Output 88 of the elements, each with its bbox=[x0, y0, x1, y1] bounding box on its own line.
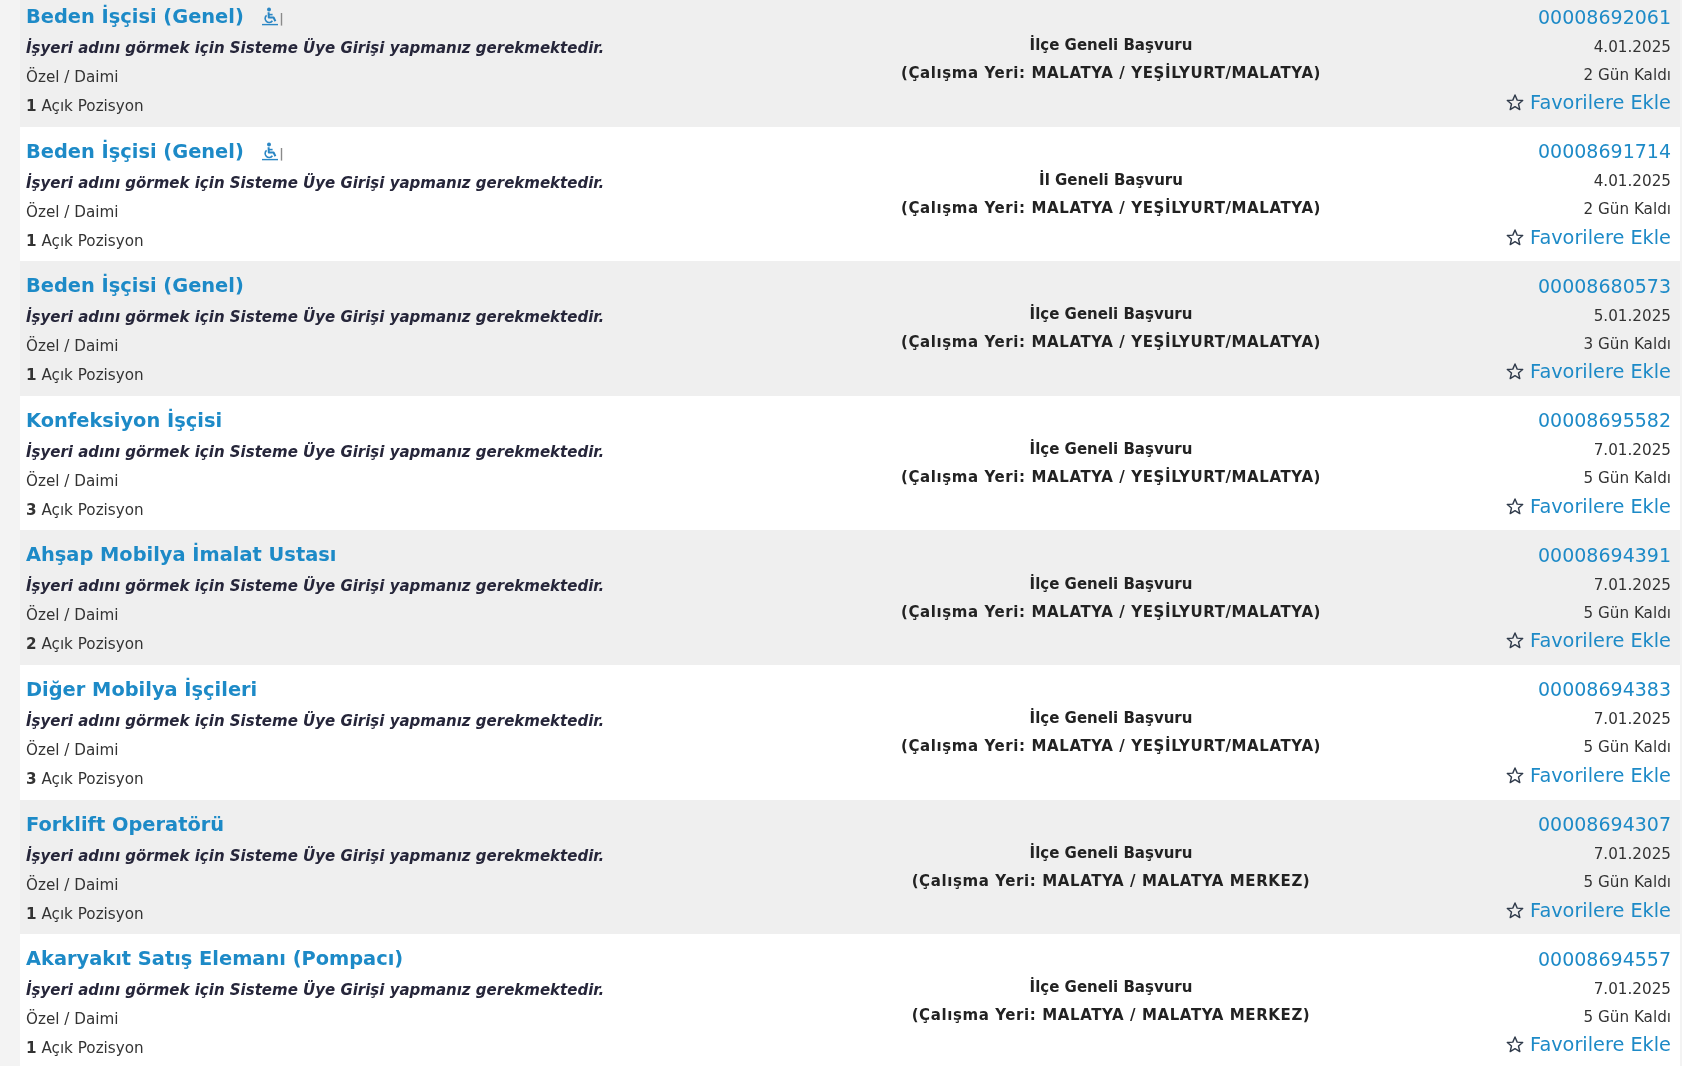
days-remaining: 5 Gün Kaldı bbox=[1583, 1006, 1671, 1028]
listing-date: 7.01.2025 bbox=[1593, 844, 1671, 866]
job-title-link[interactable]: Ahşap Mobilya İmalat Ustası bbox=[26, 543, 337, 567]
listing-number-link[interactable]: 00008691714 bbox=[1538, 135, 1671, 168]
star-icon bbox=[1506, 632, 1525, 650]
open-positions: 1 Açık Pozisyon bbox=[26, 230, 144, 252]
employer-notice: İşyeri adını görmek için Sisteme Üye Girişi yapmanız gerekmektedir. bbox=[26, 575, 605, 598]
add-to-favorites-link[interactable]: Favorilere Ekle bbox=[1506, 626, 1671, 655]
employment-type: Özel / Daimi bbox=[26, 739, 119, 761]
listing-number-link[interactable]: 00008694307 bbox=[1538, 808, 1671, 841]
employment-type: Özel / Daimi bbox=[26, 1008, 119, 1031]
listing-date: 4.01.2025 bbox=[1593, 36, 1671, 58]
work-location: (Çalışma Yeri: MALATYA / YEŞİLYURT/MALATYA) bbox=[900, 601, 1322, 623]
employer-notice: İşyeri adını görmek için Sisteme Üye Girişi yapmanız gerekmektedir. bbox=[26, 37, 605, 59]
add-to-favorites-link[interactable]: Favorilere Ekle bbox=[1506, 761, 1671, 790]
work-location: (Çalışma Yeri: MALATYA / MALATYA MERKEZ) bbox=[911, 1005, 1311, 1027]
listing-date: 5.01.2025 bbox=[1593, 305, 1671, 327]
star-icon bbox=[1506, 1036, 1525, 1054]
application-scope: İl Geneli Başvuru bbox=[1039, 169, 1183, 191]
application-scope: İlçe Geneli Başvuru bbox=[1029, 707, 1193, 730]
listing-date: 4.01.2025 bbox=[1593, 171, 1671, 193]
work-location: (Çalışma Yeri: MALATYA / YEŞİLYURT/MALATYA) bbox=[900, 331, 1322, 354]
listing-number-link[interactable]: 00008694391 bbox=[1538, 538, 1671, 571]
star-icon bbox=[1506, 228, 1525, 246]
application-scope: İlçe Geneli Başvuru bbox=[1029, 573, 1193, 595]
star-icon bbox=[1506, 901, 1525, 919]
listing-number-link[interactable]: 00008694557 bbox=[1538, 942, 1671, 975]
job-title-link[interactable]: Konfeksiyon İşçisi bbox=[26, 408, 223, 432]
employment-type: Özel / Daimi bbox=[26, 201, 119, 223]
job-title-link[interactable]: Forklift Operatörü bbox=[26, 812, 225, 836]
work-location: (Çalışma Yeri: MALATYA / YEŞİLYURT/MALATYA) bbox=[900, 466, 1322, 489]
employer-notice: İşyeri adını görmek için Sisteme Üye Girişi yapmanız gerekmektedir. bbox=[26, 306, 605, 329]
open-positions: 1 Açık Pozisyon bbox=[26, 96, 144, 117]
job-title-link[interactable]: Beden İşçisi (Genel) bbox=[26, 274, 244, 298]
employer-notice: İşyeri adını görmek için Sisteme Üye Girişi yapmanız gerekmektedir. bbox=[26, 845, 605, 867]
days-remaining: 5 Gün Kaldı bbox=[1583, 602, 1671, 624]
listing-date: 7.01.2025 bbox=[1593, 574, 1671, 596]
application-scope: İlçe Geneli Başvuru bbox=[1029, 303, 1193, 326]
star-icon bbox=[1506, 766, 1525, 784]
days-remaining: 2 Gün Kaldı bbox=[1583, 199, 1671, 221]
work-location: (Çalışma Yeri: MALATYA / YEŞİLYURT/MALATYA) bbox=[900, 197, 1322, 219]
days-remaining: 2 Gün Kaldı bbox=[1583, 64, 1671, 86]
days-remaining: 5 Gün Kaldı bbox=[1583, 737, 1671, 759]
listing-date: 7.01.2025 bbox=[1593, 978, 1671, 1000]
days-remaining: 5 Gün Kaldı bbox=[1583, 872, 1671, 894]
employer-notice: İşyeri adını görmek için Sisteme Üye Girişi yapmanız gerekmektedir. bbox=[26, 979, 605, 1002]
application-scope: İlçe Geneli Başvuru bbox=[1029, 438, 1193, 461]
add-to-favorites-link[interactable]: Favorilere Ekle bbox=[1506, 88, 1671, 117]
star-icon bbox=[1506, 94, 1525, 111]
open-positions: 3 Açık Pozisyon bbox=[26, 499, 144, 521]
employment-type: Özel / Daimi bbox=[26, 335, 119, 358]
listing-number-link[interactable]: 00008695582 bbox=[1538, 404, 1671, 437]
application-scope: İlçe Geneli Başvuru bbox=[1029, 976, 1193, 999]
listing-date: 7.01.2025 bbox=[1593, 440, 1671, 462]
listing-number-link[interactable]: 00008694383 bbox=[1538, 673, 1671, 706]
open-positions: 1 Açık Pozisyon bbox=[26, 903, 144, 925]
job-title-link[interactable]: Akaryakıt Satış Elemanı (Pompacı) bbox=[26, 947, 404, 971]
open-positions: 3 Açık Pozisyon bbox=[26, 768, 144, 790]
open-positions: 1 Açık Pozisyon bbox=[26, 365, 144, 387]
star-icon bbox=[1506, 363, 1525, 381]
work-location: (Çalışma Yeri: MALATYA / YEŞİLYURT/MALATYA) bbox=[900, 735, 1322, 758]
application-scope: İlçe Geneli Başvuru bbox=[1029, 34, 1193, 57]
days-remaining: 5 Gün Kaldı bbox=[1583, 468, 1671, 490]
add-to-favorites-link[interactable]: Favorilere Ekle bbox=[1506, 223, 1671, 252]
employment-type: Özel / Daimi bbox=[26, 66, 119, 88]
work-location: (Çalışma Yeri: MALATYA / YEŞİLYURT/MALATYA) bbox=[900, 62, 1322, 85]
work-location: (Çalışma Yeri: MALATYA / MALATYA MERKEZ) bbox=[911, 870, 1311, 892]
employment-type: Özel / Daimi bbox=[26, 604, 119, 627]
application-scope: İlçe Geneli Başvuru bbox=[1029, 842, 1193, 864]
employer-notice: İşyeri adını görmek için Sisteme Üye Girişi yapmanız gerekmektedir. bbox=[26, 172, 605, 194]
job-title-link[interactable]: Beden İşçisi (Genel) bbox=[26, 139, 244, 163]
listing-number-link[interactable]: 00008680573 bbox=[1538, 269, 1671, 302]
add-to-favorites-link[interactable]: Favorilere Ekle bbox=[1506, 1030, 1671, 1059]
listing-number-link[interactable]: 00008692061 bbox=[1538, 0, 1671, 33]
open-positions: 1 Açık Pozisyon bbox=[26, 1038, 144, 1060]
add-to-favorites-link[interactable]: Favorilere Ekle bbox=[1506, 896, 1671, 925]
add-to-favorites-link[interactable]: Favorilere Ekle bbox=[1506, 492, 1671, 521]
listing-date: 7.01.2025 bbox=[1593, 709, 1671, 731]
job-title-link[interactable]: Beden İşçisi (Genel) bbox=[26, 5, 244, 28]
employer-notice: İşyeri adını görmek için Sisteme Üye Girişi yapmanız gerekmektedir. bbox=[26, 441, 605, 463]
job-title-link[interactable]: Diğer Mobilya İşçileri bbox=[26, 677, 258, 701]
employment-type: Özel / Daimi bbox=[26, 470, 119, 492]
days-remaining: 3 Gün Kaldı bbox=[1583, 333, 1671, 355]
add-to-favorites-link[interactable]: Favorilere Ekle bbox=[1506, 357, 1671, 386]
employer-notice: İşyeri adını görmek için Sisteme Üye Girişi yapmanız gerekmektedir. bbox=[26, 710, 605, 732]
open-positions: 2 Açık Pozisyon bbox=[26, 634, 144, 656]
employment-type: Özel / Daimi bbox=[26, 874, 119, 896]
star-icon bbox=[1506, 497, 1525, 515]
